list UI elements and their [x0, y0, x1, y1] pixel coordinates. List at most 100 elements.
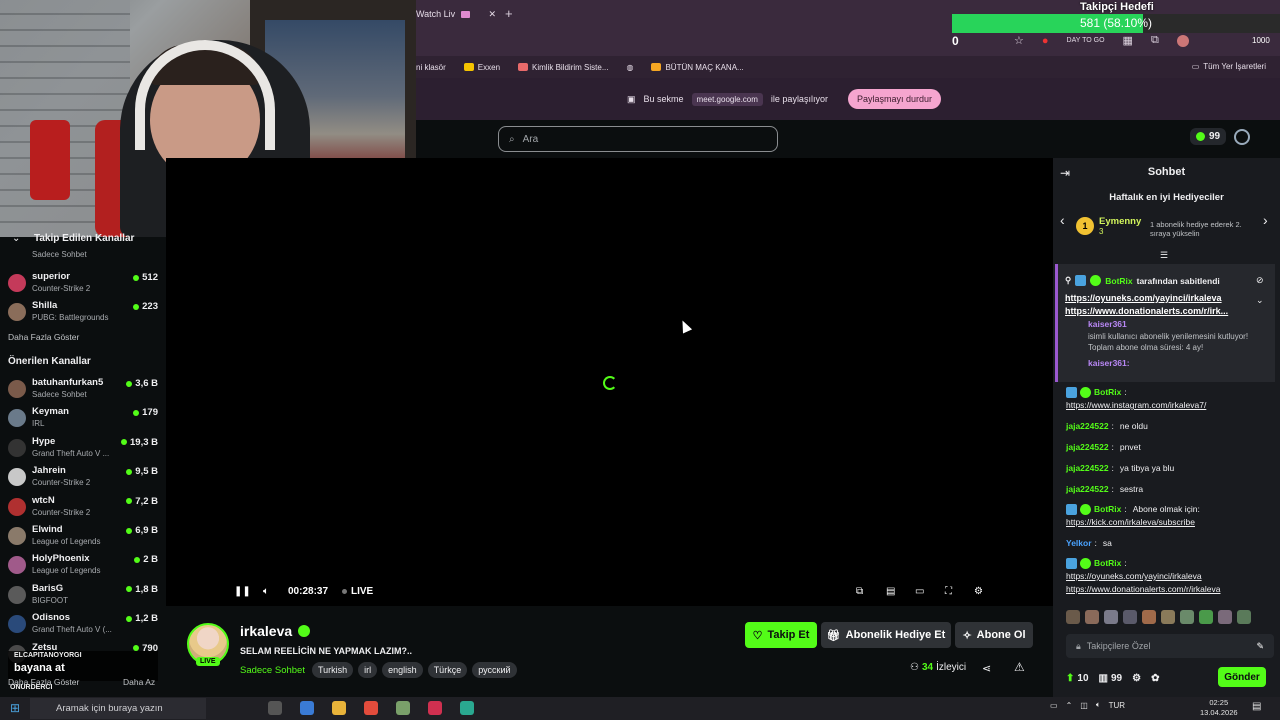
windows-start-icon[interactable]: ⊞ — [10, 701, 20, 715]
channel-row[interactable]: BarisG BIGFOOT 1,8 B — [8, 582, 158, 611]
chevron-right-icon[interactable]: › — [1263, 212, 1268, 228]
tag[interactable]: Turkish — [311, 662, 354, 678]
chat-username[interactable]: jaja224522 — [1066, 462, 1109, 475]
show-more-bottom[interactable]: Daha Fazla Göster — [8, 677, 79, 687]
points-badge[interactable]: 99 — [1190, 128, 1227, 145]
send-button[interactable]: Gönder — [1218, 667, 1266, 687]
miniplayer-icon[interactable]: ⧉ — [856, 586, 863, 597]
channel-row[interactable]: Elwind League of Legends 6,9 B — [8, 523, 158, 552]
emote[interactable] — [1104, 610, 1118, 624]
app-icon[interactable] — [460, 701, 474, 715]
tab-close-icon[interactable]: ✕ — [488, 9, 496, 20]
emote[interactable] — [1142, 610, 1156, 624]
channel-row[interactable]: Shilla PUBG: Battlegrounds 223 — [8, 299, 158, 328]
channel-row[interactable]: superior Counter-Strike 2 512 — [8, 270, 158, 299]
points-footer[interactable]: ⬆ 10 — [1066, 673, 1089, 684]
fullscreen-icon[interactable]: ⛶ — [945, 586, 952, 597]
bookmark-folder[interactable]: ni klasör — [416, 63, 446, 72]
emote[interactable] — [1180, 610, 1194, 624]
volume-icon[interactable]: 🔈︎ — [1096, 700, 1101, 710]
follow-button[interactable]: ♡ Takip Et — [745, 622, 817, 648]
app-icon[interactable] — [396, 701, 410, 715]
show-less[interactable]: Daha Az — [123, 677, 155, 687]
chat-username[interactable]: jaja224522 — [1066, 420, 1109, 433]
channel-row[interactable]: batuhanfurkan5 Sadece Sohbet 3,6 B — [8, 376, 158, 405]
chevron-left-icon[interactable]: ‹ — [1060, 212, 1065, 228]
show-more-link[interactable]: Daha Fazla Göster — [8, 332, 79, 342]
category-link[interactable]: Sadece Sohbet — [240, 665, 305, 676]
bookmark-globe[interactable]: ◍ — [626, 63, 633, 72]
chevron-down-icon[interactable]: ⌄ — [1256, 295, 1264, 306]
notifications-icon[interactable]: ▤ — [1252, 701, 1261, 712]
channel-row[interactable]: wtcN Counter-Strike 2 7,2 B — [8, 494, 158, 523]
chevron-down-icon[interactable]: ⌄ — [12, 233, 20, 244]
edge-icon[interactable] — [300, 701, 314, 715]
volume-icon[interactable]: 🔈︎ — [263, 586, 269, 597]
channel-row[interactable]: Hype Grand Theft Auto V ... 19,3 B — [8, 435, 158, 464]
chat-link[interactable]: https://oyuneks.com/yayinci/irkaleva — [1066, 570, 1271, 583]
network-icon[interactable]: ◫ — [1080, 701, 1088, 710]
task-view-icon[interactable] — [268, 701, 282, 715]
browser-tab[interactable]: Watch Liv ✕ — [416, 4, 496, 24]
chrome-icon[interactable] — [364, 701, 378, 715]
chat-username[interactable]: jaja224522 — [1066, 441, 1109, 454]
emote[interactable] — [1066, 610, 1080, 624]
unpin-icon[interactable]: ⊘ — [1256, 275, 1264, 286]
emote[interactable] — [1123, 610, 1137, 624]
chat-username[interactable]: Yelkor — [1066, 537, 1092, 550]
emote[interactable] — [1218, 610, 1232, 624]
chat-link[interactable]: https://kick.com/irkaleva/subscribe — [1066, 516, 1271, 529]
stop-sharing-button[interactable]: Paylaşmayı durdur — [847, 89, 941, 109]
emote[interactable] — [1237, 610, 1251, 624]
tag[interactable]: english — [382, 662, 423, 678]
star-icon[interactable]: ☆ — [1014, 34, 1024, 47]
bookmark-kimlik[interactable]: Kimlik Bildirim Siste... — [518, 63, 608, 72]
puzzle-icon[interactable]: ⧉ — [1151, 34, 1159, 47]
live-indicator[interactable]: LIVE — [342, 586, 373, 597]
clip-icon[interactable]: ▤ — [886, 586, 895, 597]
chat-username[interactable]: BotRix — [1094, 503, 1121, 516]
clock[interactable]: 02:25 13.04.2026 — [1200, 698, 1238, 718]
tag[interactable]: русский — [472, 662, 517, 678]
new-tab-button[interactable]: + — [505, 6, 513, 21]
theater-mode-icon[interactable]: ▭ — [915, 586, 924, 597]
streamer-name-text[interactable]: irkaleva — [240, 623, 292, 639]
extension-label[interactable]: DAY TO GO — [1067, 37, 1105, 44]
store-footer[interactable]: ▥ 99 — [1099, 673, 1123, 684]
search-input[interactable]: ⌕ Ara — [498, 126, 778, 152]
app-icon[interactable] — [428, 701, 442, 715]
tray-icon[interactable]: ▭ — [1050, 701, 1058, 710]
chat-username[interactable]: BotRix — [1094, 557, 1121, 570]
subscribe-button[interactable]: ✧ Abone Ol — [955, 622, 1033, 648]
filter-icon[interactable]: ☰ — [1160, 250, 1168, 261]
avatar-icon[interactable] — [1176, 34, 1189, 47]
chat-username[interactable]: BotRix — [1094, 386, 1121, 399]
bookmark-exxen[interactable]: Exxen — [463, 63, 500, 72]
streamer-name[interactable]: irkaleva — [240, 623, 311, 639]
tray-chevron-icon[interactable]: ⌃ — [1066, 701, 1073, 710]
pen-icon[interactable]: ✎ — [1256, 641, 1264, 652]
channel-row[interactable]: Jahrein Counter-Strike 2 9,5 B — [8, 464, 158, 493]
folder-icon[interactable] — [332, 701, 346, 715]
emote[interactable] — [1199, 610, 1213, 624]
settings-gear-icon[interactable]: ⚙ — [1132, 673, 1141, 684]
chat-link[interactable]: https://www.instagram.com/irkaleva7/ — [1066, 399, 1271, 412]
report-icon[interactable]: ⚠ — [1014, 660, 1025, 674]
all-bookmarks[interactable]: ▭ Tüm Yer İşaretleri — [1192, 62, 1266, 71]
language-indicator[interactable]: TUR — [1109, 701, 1125, 710]
tag[interactable]: irl — [358, 662, 378, 678]
settings-gear-icon[interactable]: ⚙ — [974, 586, 983, 597]
channel-row[interactable]: HolyPhoenix League of Legends 2 B — [8, 552, 158, 581]
share-icon[interactable]: ⋖ — [982, 662, 991, 675]
chat-link[interactable]: https://www.donationalerts.com/r/irkalev… — [1066, 583, 1271, 596]
gift-sub-button[interactable]: 🎁︎ Abonelik Hediye Et — [821, 622, 951, 648]
extension-icon[interactable]: ▦ — [1123, 34, 1133, 47]
emote[interactable] — [1161, 610, 1175, 624]
emote-picker-icon[interactable]: ✿ — [1151, 673, 1159, 684]
pause-icon[interactable]: ❚❚ — [234, 586, 251, 597]
bookmark-mac-kanal[interactable]: BÜTÜN MAÇ KANA... — [651, 63, 744, 72]
chat-input[interactable]: 🔒︎ Takipçilere Özel ✎ — [1066, 634, 1274, 658]
profile-icon[interactable] — [1234, 129, 1250, 145]
top-gifter[interactable]: 1 Eymenny 3 — [1076, 216, 1141, 236]
chat-username[interactable]: jaja224522 — [1066, 483, 1109, 496]
